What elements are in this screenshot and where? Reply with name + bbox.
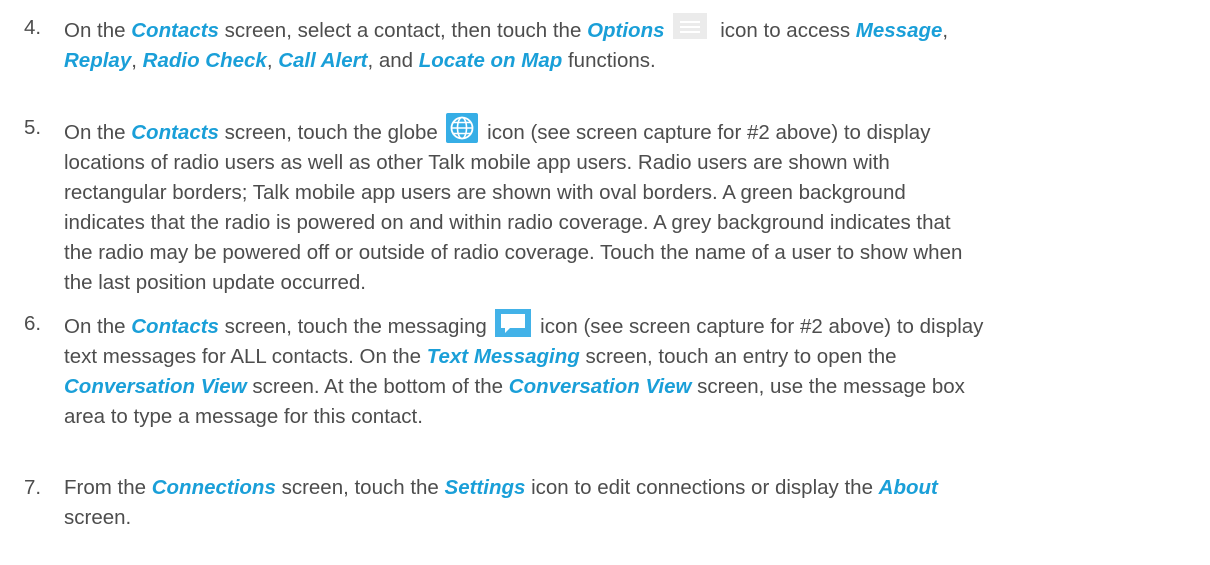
keyword-replay: Replay — [64, 49, 132, 72]
text-run: screen, touch the messaging — [218, 315, 493, 338]
text-line: From the Connections screen, touch the S… — [64, 473, 1194, 503]
item-number: 4. — [24, 16, 42, 39]
text-run: functions. — [562, 49, 656, 72]
keyword-text-messaging: Text Messaging — [426, 345, 580, 368]
keyword-options: Options — [587, 19, 665, 42]
keyword-contacts: Contacts — [131, 315, 219, 338]
text-run: On the — [64, 19, 132, 42]
text-line: rectangular borders; Talk mobile app use… — [64, 181, 906, 204]
keyword-locate-on-map: Locate on Map — [418, 49, 563, 72]
item-text: On the Contacts screen, select a contact… — [64, 13, 1194, 76]
text-run: screen, use the message box — [691, 375, 965, 398]
text-run: screen, touch an entry to open the — [579, 345, 897, 368]
keyword-about: About — [878, 476, 938, 499]
item-text: On the Contacts screen, touch the messag… — [64, 309, 1194, 432]
list-item-4: 4. On the Contacts screen, select a cont… — [24, 13, 1194, 76]
text-run: , — [131, 49, 143, 72]
text-line: On the Contacts screen, select a contact… — [64, 13, 1194, 46]
item-text: On the Contacts screen, touch the globe … — [64, 113, 1194, 298]
text-line: text messages for ALL contacts. On the T… — [64, 342, 1194, 372]
list-item-6: 6. On the Contacts screen, touch the mes… — [24, 309, 1194, 432]
text-run: text messages for ALL contacts. On the — [64, 345, 427, 368]
text-run: screen, touch the — [275, 476, 445, 499]
text-run: , — [266, 49, 279, 72]
globe-icon — [446, 113, 479, 143]
item-number: 7. — [24, 476, 42, 499]
keyword-call-alert: Call Alert — [278, 49, 368, 72]
list-item-5: 5. On the Contacts screen, touch the glo… — [24, 113, 1194, 298]
text-run: , and — [367, 49, 419, 72]
text-line: screen. — [64, 506, 132, 529]
item-number: 5. — [24, 116, 42, 139]
options-menu-icon — [672, 13, 707, 39]
text-run: From the — [64, 476, 152, 499]
text-line: Conversation View screen. At the bottom … — [64, 372, 1194, 402]
text-run: On the — [64, 315, 132, 338]
keyword-message: Message — [855, 19, 943, 42]
text-run: icon to access — [714, 19, 856, 42]
text-run: screen, select a contact, then touch the — [218, 19, 588, 42]
list-item-7: 7. From the Connections screen, touch th… — [24, 473, 1194, 533]
text-line: Replay, Radio Check, Call Alert, and Loc… — [64, 46, 1194, 76]
text-line: the radio may be powered off or outside … — [64, 241, 963, 264]
text-line: the last position update occurred. — [64, 271, 366, 294]
keyword-contacts: Contacts — [131, 121, 219, 144]
keyword-contacts: Contacts — [131, 19, 219, 42]
text-run: , — [942, 19, 949, 42]
text-line: On the Contacts screen, touch the messag… — [64, 309, 1194, 342]
text-line: locations of radio users as well as othe… — [64, 151, 890, 174]
message-bubble-icon — [495, 309, 532, 337]
keyword-settings: Settings — [444, 476, 526, 499]
keyword-conversation-view: Conversation View — [64, 375, 247, 398]
text-run: icon (see screen capture for #2 above) t… — [481, 121, 931, 144]
text-line: area to type a message for this contact. — [64, 405, 423, 428]
keyword-conversation-view: Conversation View — [508, 375, 692, 398]
keyword-radio-check: Radio Check — [142, 49, 267, 72]
text-run: screen. At the bottom of the — [246, 375, 509, 398]
item-text: From the Connections screen, touch the S… — [64, 473, 1194, 533]
text-run: icon to edit connections or display the — [525, 476, 879, 499]
item-number: 6. — [24, 312, 42, 335]
keyword-connections: Connections — [151, 476, 276, 499]
text-run: screen, touch the globe — [218, 121, 444, 144]
text-run: On the — [64, 121, 132, 144]
text-run: icon (see screen capture for #2 above) t… — [534, 315, 984, 338]
text-line: indicates that the radio is powered on a… — [64, 211, 951, 234]
text-line: On the Contacts screen, touch the globe … — [64, 113, 1194, 148]
